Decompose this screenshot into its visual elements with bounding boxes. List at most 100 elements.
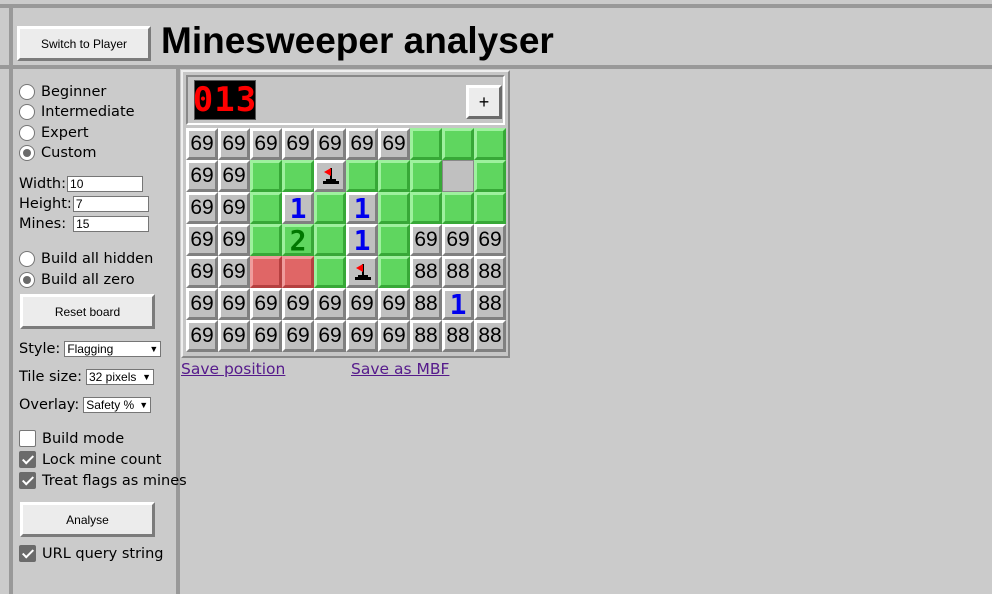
radio-build-zero[interactable]: Build all zero — [19, 272, 135, 288]
cell-hidden[interactable]: 69 — [218, 128, 250, 160]
cell-hidden[interactable]: 69 — [346, 128, 378, 160]
cell-hidden[interactable]: 69 — [186, 160, 218, 192]
analyse-button[interactable]: Analyse — [20, 502, 155, 537]
cell-safe-green[interactable] — [442, 128, 474, 160]
cell-mine-red[interactable] — [282, 256, 314, 288]
cell-hidden[interactable]: 69 — [186, 128, 218, 160]
radio-button[interactable] — [19, 272, 35, 288]
cell-safe-green[interactable] — [378, 256, 410, 288]
radio-custom[interactable]: Custom — [19, 145, 97, 161]
radio-build-hidden[interactable]: Build all hidden — [19, 251, 153, 267]
cell-number[interactable]: 1 — [442, 288, 474, 321]
cell-hidden[interactable]: 69 — [378, 288, 410, 320]
radio-expert[interactable]: Expert — [19, 125, 89, 141]
cell-safe-green[interactable] — [410, 128, 442, 160]
cell-hidden[interactable]: 69 — [218, 320, 250, 352]
cell-hidden[interactable]: 69 — [186, 192, 218, 224]
cell-hidden[interactable]: 69 — [218, 160, 250, 192]
cell-safe-green[interactable] — [250, 160, 282, 192]
cell-safe-green[interactable] — [250, 192, 282, 224]
cell-hidden[interactable]: 69 — [218, 224, 250, 256]
cell-hidden[interactable]: 88 — [474, 320, 506, 352]
cell-hidden[interactable]: 69 — [250, 320, 282, 352]
radio-button[interactable] — [19, 251, 35, 267]
save-mbf-link[interactable]: Save as MBF — [351, 360, 449, 378]
cell-hidden[interactable]: 69 — [218, 192, 250, 224]
cell-number[interactable]: 1 — [346, 224, 378, 257]
cell-safe-green[interactable] — [282, 160, 314, 192]
reset-board-button[interactable]: Reset board — [20, 294, 155, 329]
cell-hidden[interactable]: 69 — [218, 288, 250, 320]
radio-button[interactable] — [19, 84, 35, 100]
cell-hidden[interactable]: 69 — [186, 224, 218, 256]
cell-hidden[interactable]: 69 — [186, 320, 218, 352]
width-input[interactable]: 10 — [67, 176, 144, 192]
cell-hidden[interactable]: 69 — [410, 224, 442, 256]
cell-safe-green[interactable] — [474, 160, 506, 192]
cell-flagged[interactable] — [346, 256, 378, 288]
cell-safe-green[interactable] — [442, 192, 474, 224]
add-button[interactable]: + — [466, 85, 502, 119]
cell-safe-green[interactable] — [410, 160, 442, 192]
cell-safe-green[interactable] — [474, 192, 506, 224]
cell-hidden[interactable]: 69 — [250, 128, 282, 160]
cell-hidden[interactable]: 69 — [314, 128, 346, 160]
cell-hidden[interactable]: 69 — [282, 288, 314, 320]
radio-button[interactable] — [19, 125, 35, 141]
cell-safe-green[interactable] — [314, 192, 346, 224]
cell-safe-green[interactable] — [314, 224, 346, 256]
cell-hidden[interactable]: 69 — [186, 256, 218, 288]
height-input[interactable]: 7 — [72, 196, 149, 212]
cell-safe-green[interactable] — [378, 224, 410, 256]
cell-hidden[interactable]: 69 — [378, 320, 410, 352]
cell-safe-green[interactable] — [346, 160, 378, 192]
cell-hidden[interactable]: 69 — [282, 128, 314, 160]
cell-number[interactable]: 1 — [282, 192, 314, 225]
tile-size-select[interactable]: 32 pixels ▼ — [86, 369, 154, 385]
lock-mine-count-option[interactable]: Lock mine count — [19, 451, 161, 468]
style-select[interactable]: Flagging ▼ — [64, 341, 162, 357]
cell-safe-green[interactable] — [378, 160, 410, 192]
cell-hidden[interactable]: 88 — [442, 320, 474, 352]
cell-hidden[interactable]: 69 — [218, 256, 250, 288]
cell-hidden[interactable]: 69 — [314, 320, 346, 352]
radio-beginner[interactable]: Beginner — [19, 84, 106, 100]
cell-hidden[interactable]: 69 — [474, 224, 506, 256]
save-position-link[interactable]: Save position — [181, 360, 285, 378]
radio-intermediate[interactable]: Intermediate — [19, 104, 135, 120]
cell-safe-green[interactable] — [250, 224, 282, 256]
cell-hidden[interactable]: 69 — [314, 288, 346, 320]
build-mode-checkbox[interactable] — [19, 430, 36, 447]
cell-hidden[interactable]: 69 — [378, 128, 410, 160]
cell-hidden[interactable]: 69 — [346, 288, 378, 320]
cell-hidden[interactable]: 69 — [442, 224, 474, 256]
cell-safe-green[interactable] — [378, 192, 410, 224]
cell-hidden[interactable]: 69 — [186, 288, 218, 320]
url-query-checkbox[interactable] — [19, 545, 36, 562]
cell-flagged[interactable] — [314, 160, 346, 192]
cell-open[interactable] — [442, 160, 474, 192]
cell-hidden[interactable]: 88 — [474, 256, 506, 288]
cell-mine-red[interactable] — [250, 256, 282, 288]
radio-button[interactable] — [19, 104, 35, 120]
mines-input[interactable]: 15 — [73, 216, 150, 232]
cell-hidden[interactable]: 69 — [346, 320, 378, 352]
cell-hidden[interactable]: 88 — [442, 256, 474, 288]
cell-hidden[interactable]: 69 — [282, 320, 314, 352]
treat-flags-option[interactable]: Treat flags as mines — [19, 472, 187, 489]
overlay-select[interactable]: Safety % ▼ — [83, 397, 152, 413]
cell-hidden[interactable]: 88 — [474, 288, 506, 320]
cell-number[interactable]: 2 — [282, 224, 314, 257]
cell-hidden[interactable]: 88 — [410, 320, 442, 352]
lock-mine-count-checkbox[interactable] — [19, 451, 36, 468]
cell-hidden[interactable]: 88 — [410, 256, 442, 288]
url-query-option[interactable]: URL query string — [19, 545, 163, 562]
cell-safe-green[interactable] — [314, 256, 346, 288]
switch-to-player-button[interactable]: Switch to Player — [17, 26, 151, 61]
cell-number[interactable]: 1 — [346, 192, 378, 225]
cell-hidden[interactable]: 88 — [410, 288, 442, 320]
build-mode-option[interactable]: Build mode — [19, 430, 124, 447]
radio-button[interactable] — [19, 145, 35, 161]
cell-safe-green[interactable] — [410, 192, 442, 224]
treat-flags-checkbox[interactable] — [19, 472, 36, 489]
